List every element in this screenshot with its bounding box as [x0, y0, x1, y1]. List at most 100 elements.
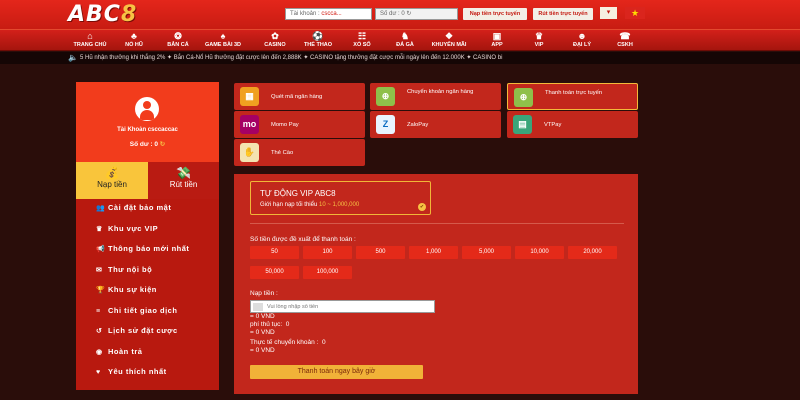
- menu-icon: ✉: [96, 266, 103, 274]
- payment-method-3[interactable]: mo Momo Pay: [234, 111, 365, 138]
- slot-icon: ♣: [131, 31, 137, 41]
- avatar: [135, 97, 159, 121]
- menu-item-5[interactable]: ≡ Chi tiết giao dịch: [96, 306, 177, 315]
- app-icon: ▣: [492, 31, 502, 41]
- logo[interactable]: ABC8: [68, 2, 137, 27]
- deposit-amount-field[interactable]: [250, 300, 435, 313]
- casino-icon: ✿: [271, 31, 279, 41]
- profile-card: Tài Khoản csccaccac Số dư : 0 ↻: [76, 82, 219, 162]
- payment-method-0[interactable]: ▦ Quét mã ngân hàng: [234, 83, 365, 110]
- payment-method-5[interactable]: ▤ VTPay: [507, 111, 638, 138]
- nav-item-9[interactable]: ▣ APP: [475, 31, 519, 48]
- profile-balance: Số dư : 0 ↻: [129, 141, 166, 148]
- nav-label: XỔ SỐ: [353, 42, 371, 48]
- menu-item-8[interactable]: ♥ Yêu thích nhất: [96, 367, 167, 376]
- vietnam-flag-icon[interactable]: ★: [625, 7, 645, 19]
- deposit-online-button[interactable]: Nạp tiền trực tuyến: [463, 8, 527, 20]
- menu-item-1[interactable]: ♛ Khu vực VIP: [96, 224, 158, 233]
- menu-icon: ≡: [96, 307, 101, 315]
- amount-button[interactable]: 1,000: [409, 246, 458, 259]
- menu-item-7[interactable]: ◉ Hoàn trả: [96, 347, 142, 356]
- nav-item-7[interactable]: ♞ ĐÁ GÀ: [383, 31, 427, 48]
- menu-label: Hoàn trả: [108, 346, 143, 356]
- account-field[interactable]: Tài khoản : cscca...: [285, 8, 372, 20]
- vtpay-icon: ▤: [513, 115, 532, 134]
- withdraw-online-button[interactable]: Rút tiền trực tuyến: [533, 8, 593, 20]
- amount-button[interactable]: 5,000: [462, 246, 511, 259]
- nav-label: VIP: [534, 42, 544, 48]
- refresh-icon[interactable]: ↻: [406, 11, 411, 17]
- currency-icon: [253, 303, 263, 311]
- lottery-icon: ☷: [357, 31, 367, 41]
- menu-icon: ♥: [96, 369, 101, 376]
- payment-method-1[interactable]: ⊕ Chuyển khoản ngân hàng: [370, 83, 501, 110]
- balance-field: Số dư : 0 ↻: [375, 8, 458, 20]
- account-menu: 👥 Cài đặt bảo mật ♛ Khu vực VIP 📢 Thông báo m…: [76, 199, 219, 390]
- deposit-label: Nạp tiền :: [250, 290, 278, 297]
- nav-item-2[interactable]: ❂ BẮN CÁ: [156, 31, 200, 48]
- top-header: ABC8 Tài khoản : cscca... Số dư : 0 ↻ Nạ…: [0, 0, 800, 29]
- menu-label: Cài đặt bảo mật: [108, 203, 172, 212]
- deposit-amount-input[interactable]: [267, 302, 427, 312]
- vip-limit: Giới hạn nạp tối thiểu 10 ~ 1,000,000: [260, 202, 360, 208]
- amount-button[interactable]: 100: [303, 246, 352, 259]
- pay-now-button[interactable]: Thanh toán ngay bây giờ: [250, 365, 423, 379]
- actual-transfer-line: Thực tế chuyển khoản : 0: [250, 339, 326, 346]
- menu-icon: 👥: [96, 205, 106, 212]
- chevron-down-icon[interactable]: ▾: [600, 7, 617, 19]
- amount-button[interactable]: 20,000: [568, 246, 617, 259]
- nav-item-10[interactable]: ♛ VIP: [517, 31, 561, 48]
- nav-item-8[interactable]: ❖ KHUYẾN MÃI: [427, 31, 471, 48]
- nav-item-1[interactable]: ♣ NỔ HŨ: [112, 31, 156, 48]
- nav-item-5[interactable]: ⚽ THỂ THAO: [296, 31, 340, 48]
- menu-icon: ◉: [96, 348, 103, 356]
- nav-label: APP: [491, 42, 503, 48]
- payment-method-label: Chuyển khoản ngân hàng: [407, 89, 474, 95]
- divider: [250, 223, 624, 224]
- agent-icon: ☻: [577, 31, 587, 41]
- home-icon: ⌂: [87, 31, 93, 41]
- nav-item-12[interactable]: ☎ CSKH: [603, 31, 647, 48]
- amount-button[interactable]: 50,000: [250, 266, 299, 279]
- menu-icon: 📢: [96, 246, 106, 253]
- cockfight-icon: ♞: [400, 31, 410, 41]
- payment-method-4[interactable]: Z ZaloPay: [370, 111, 501, 138]
- nav-item-0[interactable]: ⌂ TRANG CHỦ: [68, 31, 112, 48]
- menu-label: Khu sự kiện: [108, 285, 157, 294]
- fish-icon: ❂: [174, 31, 182, 41]
- amount-button[interactable]: 100,000: [303, 266, 352, 279]
- announcement-ticker: 🔈 5 Hũ nhận thưởng khi thắng 2% ✦ Bắn Cá…: [0, 52, 800, 64]
- qr-bank-icon: ▦: [240, 87, 259, 106]
- menu-item-3[interactable]: ✉ Thư nội bộ: [96, 265, 152, 274]
- nav-item-11[interactable]: ☻ ĐẠI LÝ: [560, 31, 604, 48]
- menu-item-4[interactable]: 🏆 Khu sự kiện: [96, 285, 157, 294]
- sports-icon: ⚽: [312, 31, 324, 41]
- menu-label: Thư nội bộ: [108, 264, 153, 274]
- nav-item-3[interactable]: ♠ GAME BÀI 3D: [201, 31, 245, 48]
- deposit-vnd: = 0 VND: [250, 313, 275, 320]
- payment-method-label: Thẻ Cào: [271, 150, 294, 156]
- payment-method-2[interactable]: ⊕ Thanh toán trực tuyến: [507, 83, 638, 110]
- nav-item-4[interactable]: ✿ CASINO: [253, 31, 297, 48]
- payment-method-label: Thanh toán trực tuyến: [545, 90, 603, 96]
- nav-label: BẮN CÁ: [167, 42, 189, 48]
- menu-item-0[interactable]: 👥 Cài đặt bảo mật: [96, 203, 171, 212]
- nav-label: CASINO: [264, 42, 286, 48]
- payment-method-6[interactable]: ✋ Thẻ Cào: [234, 139, 365, 166]
- menu-item-2[interactable]: 📢 Thông báo mới nhất: [96, 244, 189, 253]
- menu-item-6[interactable]: ↺ Lịch sử đặt cược: [96, 326, 178, 335]
- payment-method-label: VTPay: [544, 122, 562, 128]
- vip-channel-card[interactable]: TỰ ĐỘNG VIP ABC8 Giới hạn nạp tối thiểu …: [250, 181, 431, 215]
- payment-method-label: Quét mã ngân hàng: [271, 94, 323, 100]
- amount-button[interactable]: 50: [250, 246, 299, 259]
- tab-deposit[interactable]: 💰 Nạp tiền: [76, 162, 148, 199]
- tab-withdraw[interactable]: 💸 Rút tiền: [148, 162, 219, 199]
- refresh-icon[interactable]: ↻: [160, 141, 165, 148]
- menu-icon: 🏆: [96, 287, 106, 294]
- crown-icon: ♛: [534, 31, 544, 41]
- amount-button[interactable]: 10,000: [515, 246, 564, 259]
- menu-label: Thông báo mới nhất: [108, 244, 190, 253]
- nav-item-6[interactable]: ☷ XỔ SỐ: [340, 31, 384, 48]
- amount-button[interactable]: 500: [356, 246, 405, 259]
- deposit-panel: TỰ ĐỘNG VIP ABC8 Giới hạn nạp tối thiểu …: [234, 174, 638, 394]
